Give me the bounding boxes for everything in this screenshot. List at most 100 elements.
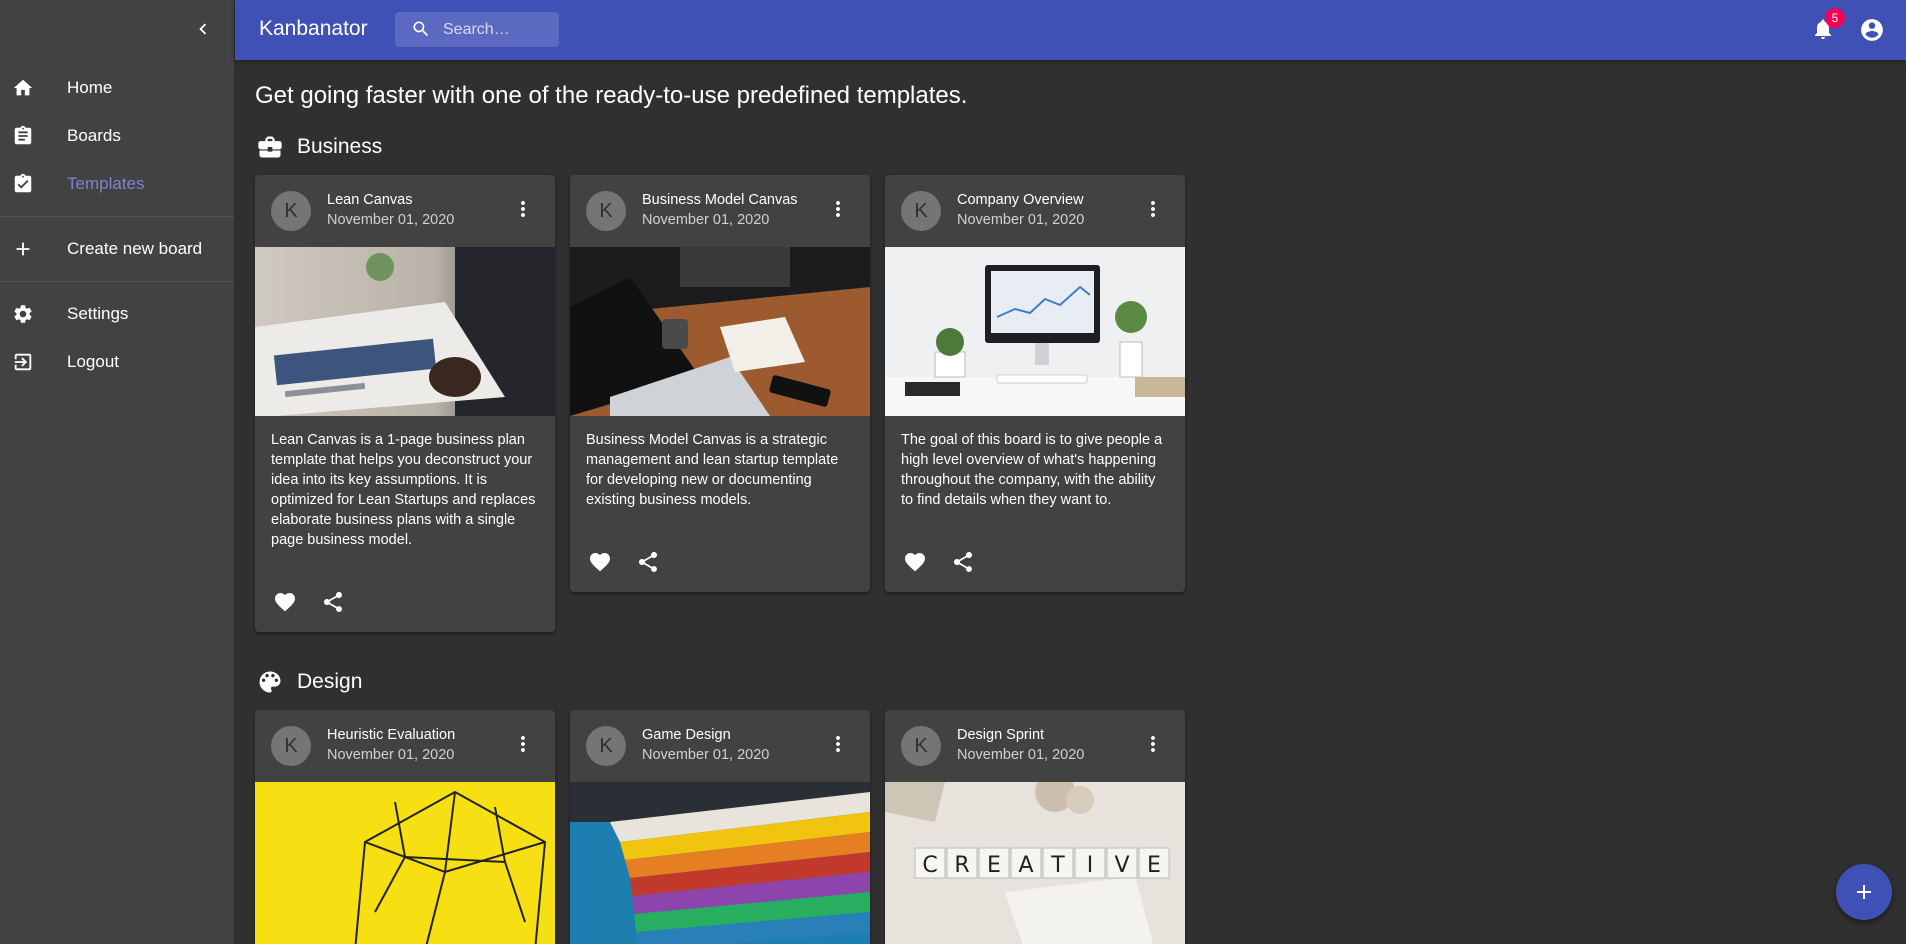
card-date: November 01, 2020 [642,212,770,228]
heart-icon[interactable] [903,550,927,574]
letter-tile-text: R [954,853,969,878]
sidebar-header [0,0,234,58]
card-image-color-swatches [570,782,870,944]
heart-icon[interactable] [273,590,297,614]
avatar: K [901,726,941,766]
card-description: The goal of this board is to give people… [901,432,1163,508]
letter-tile-text: V [1114,853,1129,878]
card-description: Business Model Canvas is a strategic man… [586,432,839,508]
section-business-header: Business [255,132,382,162]
card-title: Heuristic Evaluation [327,727,456,743]
letter-tile-text: I [1087,853,1094,878]
share-icon[interactable] [951,550,975,574]
more-vert-icon[interactable] [511,197,535,221]
card-description: Lean Canvas is a 1-page business plan te… [271,432,536,548]
card-image-creative-tiles: CREATIVE [885,782,1185,944]
card-date: November 01, 2020 [642,747,770,763]
template-card-heuristic-evaluation[interactable]: K Heuristic Evaluation November 01, 2020 [255,710,555,944]
sidebar-item-label: Create new board [67,239,203,258]
app-title: Kanbanator [259,17,368,40]
card-date: November 01, 2020 [327,747,455,763]
clipboard-check-icon [14,173,32,193]
plus-icon [1857,885,1871,899]
sidebar-item-label: Settings [67,304,129,323]
card-actions [885,532,1185,592]
sidebar-divider [0,281,234,282]
sidebar-item-label: Logout [67,352,119,371]
palette-icon [259,671,281,693]
more-vert-icon[interactable] [1141,197,1165,221]
sidebar-item-settings[interactable]: Settings [0,290,234,338]
template-card-lean-canvas[interactable]: K Lean Canvas November 01, 2020 Lean Can… [255,175,555,632]
section-title: Design [297,670,363,693]
sidebar-item-boards[interactable]: Boards [0,112,234,160]
more-vert-icon[interactable] [826,732,850,756]
more-vert-icon[interactable] [826,197,850,221]
share-icon[interactable] [321,590,345,614]
page-intro: Get going faster with one of the ready-t… [255,82,968,109]
card-date: November 01, 2020 [957,212,1085,228]
collapse-sidebar-button[interactable] [192,18,214,40]
letter-tile-text: E [1147,853,1161,878]
account-circle-icon[interactable] [1859,17,1885,43]
home-icon [13,79,33,96]
template-card-company-overview[interactable]: K Company Overview November 01, 2020 The… [885,175,1185,592]
card-image-laptop-desk [570,247,870,416]
letter-tile-text: A [1018,853,1033,878]
more-vert-icon[interactable] [1141,732,1165,756]
card-image-business-newspaper [255,247,555,416]
add-fab-button[interactable] [1836,864,1892,920]
notification-badge: 5 [1825,8,1845,28]
sidebar-item-label: Boards [67,126,121,145]
card-image-wire-sculpture [255,782,555,944]
sidebar-item-templates[interactable]: Templates [0,160,234,208]
card-title: Game Design [642,727,731,743]
avatar: K [271,726,311,766]
avatar: K [271,191,311,231]
share-icon[interactable] [636,550,660,574]
card-date: November 01, 2020 [327,212,455,228]
heart-icon[interactable] [588,550,612,574]
sidebar: Home Boards Templates Create new board S… [0,0,235,944]
logout-icon [14,353,32,371]
sidebar-item-create-new-board[interactable]: Create new board [0,225,234,273]
section-design-header: Design [255,667,362,697]
avatar: K [586,191,626,231]
sidebar-item-label: Templates [67,174,145,193]
gear-icon [14,305,32,323]
sidebar-item-logout[interactable]: Logout [0,338,234,386]
clipboard-icon [14,125,32,145]
template-card-business-model-canvas[interactable]: K Business Model Canvas November 01, 202… [570,175,870,592]
card-image-office-desk-monitor [885,247,1185,416]
avatar: K [901,191,941,231]
card-title: Company Overview [957,192,1084,208]
template-card-game-design[interactable]: K Game Design November 01, 2020 [570,710,870,944]
search-input[interactable] [443,12,553,47]
card-header: K Lean Canvas November 01, 2020 [255,175,555,247]
template-card-design-sprint[interactable]: K Design Sprint November 01, 2020 C R E … [885,710,1185,944]
card-header: K Heuristic Evaluation November 01, 2020 [255,710,555,782]
card-actions [255,572,555,632]
avatar: K [586,726,626,766]
search-icon [413,21,429,37]
chevron-left-icon [199,23,207,35]
letter-tile-text: T [1050,853,1065,878]
card-header: K Business Model Canvas November 01, 202… [570,175,870,247]
card-actions [570,532,870,592]
sidebar-item-home[interactable]: Home [0,64,234,112]
briefcase-icon [258,136,282,158]
card-title: Business Model Canvas [642,192,798,208]
section-title: Business [297,135,383,158]
sidebar-divider [0,216,234,217]
letter-tile-text: C [922,853,937,878]
plus-icon [16,242,30,256]
search-box[interactable] [395,12,559,47]
more-vert-icon[interactable] [511,732,535,756]
card-header: K Game Design November 01, 2020 [570,710,870,782]
app-bar: Kanbanator 5 [235,0,1906,60]
card-title: Design Sprint [957,727,1045,743]
card-title: Lean Canvas [327,192,413,208]
card-header: K Design Sprint November 01, 2020 [885,710,1185,782]
letter-tile-text: E [987,853,1001,878]
card-header: K Company Overview November 01, 2020 [885,175,1185,247]
